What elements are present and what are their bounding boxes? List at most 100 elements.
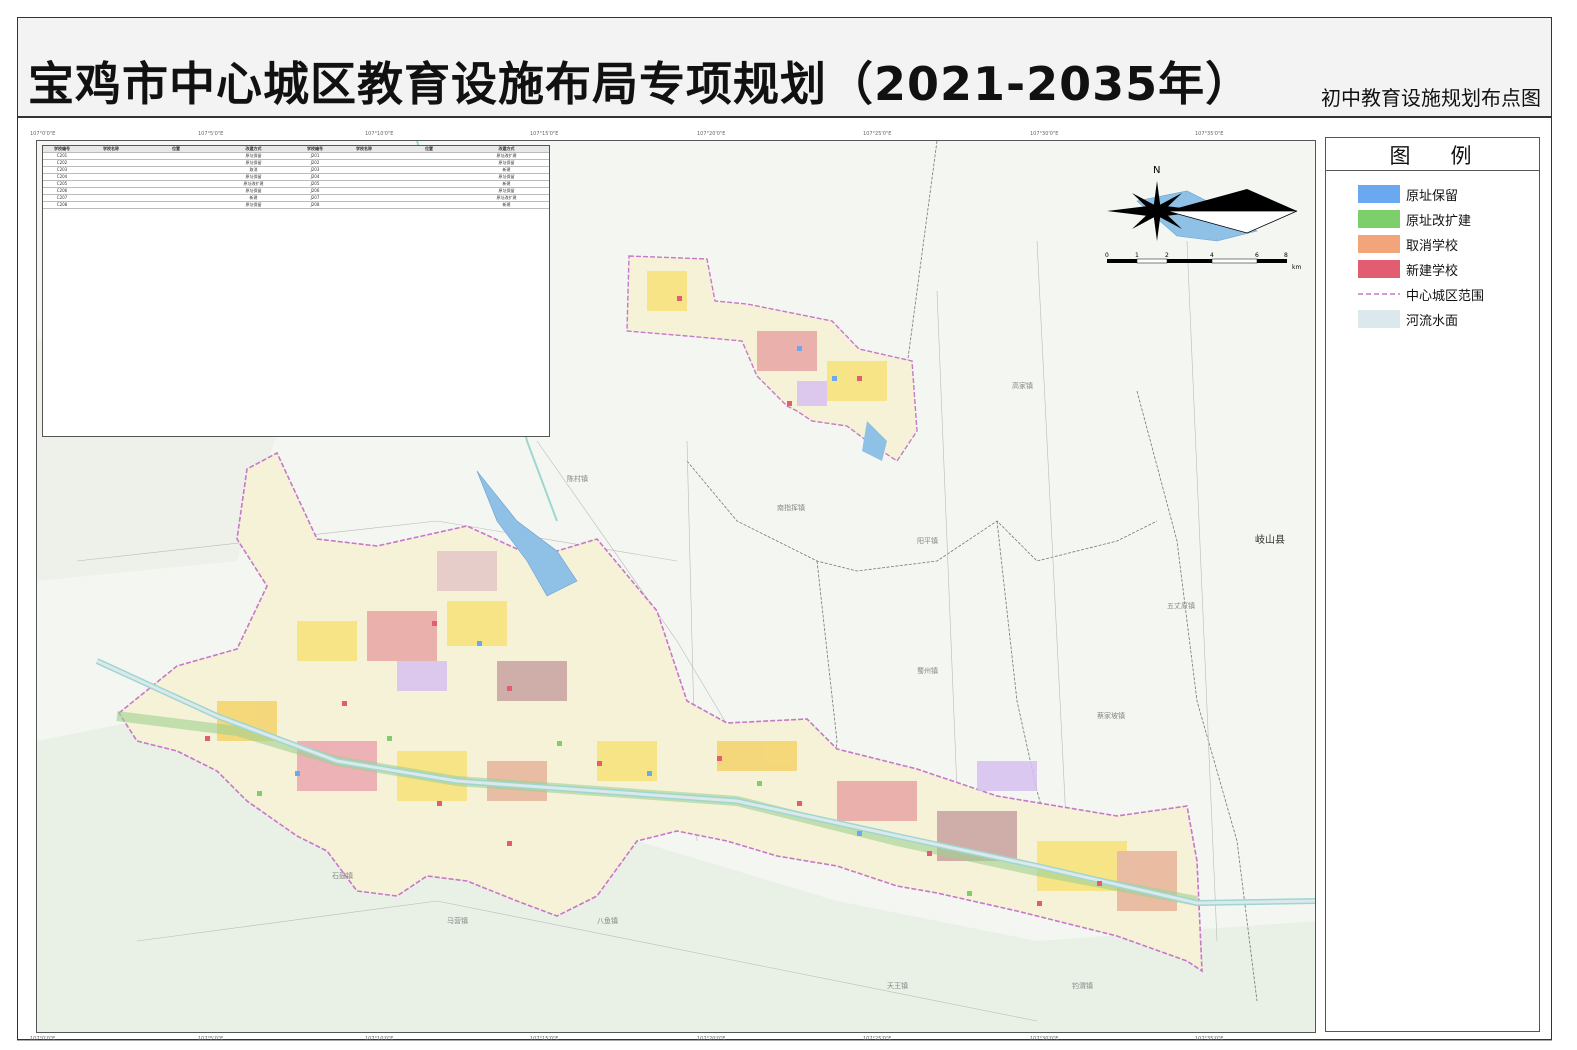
legend-label: 新建学校 [1406, 263, 1459, 279]
legend-label: 取消学校 [1406, 238, 1459, 254]
coord-top: 107°0'0"E [30, 131, 56, 137]
legend-swatch-new [1358, 260, 1400, 278]
scale-label-2: 2 [1165, 252, 1169, 259]
town-label: 高家镇 [1012, 382, 1033, 390]
table-cell: J206 [310, 188, 320, 193]
table-cell [141, 160, 211, 166]
table-cell [334, 195, 394, 201]
table-cell: 原址保留 [245, 160, 262, 165]
legend-item-expand: 原址改扩建 [1358, 209, 1471, 229]
legend-label: 原址改扩建 [1406, 213, 1472, 229]
table-cell: J201 [310, 153, 320, 158]
town-label: 马营镇 [447, 917, 468, 925]
scale-unit: km [1292, 264, 1302, 271]
page-title: 宝鸡市中心城区教育设施布局专项规划（2021-2035年） [28, 57, 1253, 111]
coord-bottom: 107°35'0"E [1195, 1036, 1224, 1042]
town-label: 陈村镇 [567, 475, 588, 483]
table-cell [81, 195, 141, 201]
legend-swatch-keep [1358, 185, 1400, 203]
legend-item-keep: 原址保留 [1358, 184, 1458, 204]
table-header-cell: 学校名称 [356, 146, 372, 151]
table-cell [81, 174, 141, 180]
table-cell: J207 [310, 195, 320, 200]
coord-bottom: 107°5'0"E [198, 1036, 224, 1042]
legend-label: 中心城区范围 [1406, 288, 1485, 304]
town-label: 阳平镇 [917, 537, 938, 545]
table-cell [141, 153, 211, 159]
table-header-cell: 学校编号 [307, 146, 323, 151]
legend-swatch-expand [1358, 210, 1400, 228]
table-header-cell: 位置 [172, 146, 180, 151]
coord-top: 107°30'0"E [1030, 131, 1059, 137]
table-cell [141, 167, 211, 173]
table-cell: 原址改扩建 [243, 181, 264, 186]
town-label: 八鱼镇 [597, 917, 618, 925]
legend-item-water: 河流水面 [1358, 309, 1458, 329]
table-header-cell: 改建方式 [245, 146, 262, 151]
table-cell: C203 [56, 167, 68, 172]
page-bottom-rule [17, 1040, 1552, 1041]
table-cell: 原址保留 [498, 160, 515, 165]
table-cell: 新建 [502, 167, 511, 172]
table-cell: 原址保留 [245, 153, 262, 158]
table-cell: 原址保留 [245, 202, 262, 207]
table-cell: 原址保留 [245, 174, 262, 179]
table-cell: J208 [310, 202, 320, 207]
table-cell: C202 [56, 160, 68, 165]
table-cell: 原址改扩建 [496, 153, 517, 158]
coord-bottom: 107°15'0"E [530, 1036, 559, 1042]
table-cell [394, 181, 464, 187]
scale-label-4: 4 [1210, 252, 1214, 259]
coord-bottom: 107°30'0"E [1030, 1036, 1059, 1042]
legend-panel: 图例 原址保留 原址改扩建 取消学校 新建学校 中心城区范围 河流水面 [1325, 137, 1540, 1032]
legend-label: 河流水面 [1406, 313, 1459, 329]
town-label: 蜀州镇 [917, 667, 938, 675]
town-label: 钓渭镇 [1072, 982, 1093, 990]
county-label: 岐山县 [1255, 535, 1285, 546]
table-cell [394, 195, 464, 201]
legend-swatch-boundary [1358, 293, 1400, 295]
table-header-cell: 学校名称 [103, 146, 119, 151]
town-label: 蔡家坡镇 [1097, 712, 1125, 720]
table-cell: 取消 [249, 167, 258, 172]
table-cell [81, 160, 141, 166]
table-header-cell: 改建方式 [498, 146, 515, 151]
table-cell: J205 [310, 181, 320, 186]
table-cell: C206 [56, 188, 68, 193]
table-cell [141, 188, 211, 194]
table-cell: J204 [310, 174, 320, 179]
table-cell: C208 [56, 202, 68, 207]
table-cell [334, 202, 394, 208]
table-cell: C204 [56, 174, 68, 179]
scale-label-1: 1 [1135, 252, 1139, 259]
table-cell [394, 188, 464, 194]
table-cell [81, 153, 141, 159]
legend-item-new: 新建学校 [1358, 259, 1458, 279]
table-header-cell: 学校编号 [54, 146, 70, 151]
table-cell: 新建 [249, 195, 258, 200]
town-label: 天王镇 [887, 982, 908, 990]
coord-top: 107°20'0"E [697, 131, 726, 137]
table-cell: J203 [310, 167, 320, 172]
coord-top: 107°15'0"E [530, 131, 559, 137]
table-cell [334, 181, 394, 187]
coord-bottom: 107°10'0"E [365, 1036, 394, 1042]
coord-bottom: 107°20'0"E [697, 1036, 726, 1042]
scale-label-0: 0 [1105, 252, 1109, 259]
legend-swatch-water [1358, 310, 1400, 328]
table-cell: C205 [56, 181, 68, 186]
school-table: 学校编号 学校名称 位置 改建方式 学校编号 学校名称 位置 改建方式 C201 原址保留 J201… [42, 145, 550, 437]
table-row: C208 原址保留 J208 新建 [43, 202, 549, 210]
legend-item-cancel: 取消学校 [1358, 234, 1458, 254]
scale-label-8: 8 [1284, 252, 1288, 259]
table-cell: 新建 [502, 181, 511, 186]
map-subtitle: 初中教育设施规划布点图 [1321, 86, 1541, 110]
table-cell [141, 181, 211, 187]
table-cell [334, 174, 394, 180]
scale-label-6: 6 [1255, 252, 1259, 259]
table-cell [394, 153, 464, 159]
legend-label: 原址保留 [1406, 188, 1459, 204]
table-cell: 原址保留 [245, 188, 262, 193]
table-cell [394, 174, 464, 180]
title-bar: 宝鸡市中心城区教育设施布局专项规划（2021-2035年） 初中教育设施规划布点… [18, 18, 1551, 118]
